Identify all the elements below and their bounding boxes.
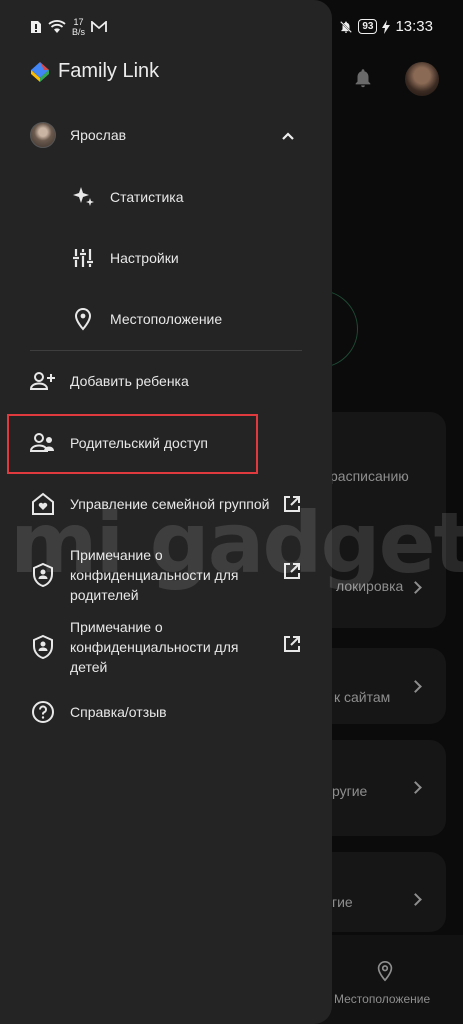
drawer-item-label: Добавить ребенка (70, 373, 189, 389)
drawer-item-help[interactable]: Справка/отзыв (30, 699, 167, 725)
sim-alert-icon (31, 21, 41, 33)
avatar (30, 122, 56, 148)
gmail-icon (91, 21, 107, 32)
drawer-item-add-child[interactable]: Добавить ребенка (30, 368, 189, 394)
open-external-icon[interactable] (282, 634, 302, 654)
network-speed: 17 B/s (72, 17, 85, 37)
drawer-item-privacy-parents[interactable]: Примечание о конфиденциальности для роди… (30, 545, 266, 605)
chevron-right-icon (409, 680, 422, 693)
charging-bolt-icon (382, 19, 391, 34)
app-brand: Family Link (30, 60, 159, 83)
background-card-label: гие (332, 894, 353, 910)
bottom-nav-location-label[interactable]: Местоположение (334, 992, 430, 1006)
sparkle-icon (70, 184, 96, 210)
divider (30, 350, 302, 351)
mute-bell-icon (340, 20, 353, 33)
location-pin-icon (70, 306, 96, 332)
drawer-item-manage-family[interactable]: Управление семейной группой (30, 491, 269, 517)
drawer-item-label: Настройки (110, 250, 179, 266)
chevron-right-icon (409, 893, 422, 906)
location-pin-icon[interactable] (374, 958, 396, 984)
clock: 13:33 (395, 18, 433, 35)
battery-indicator: 93 (358, 19, 378, 34)
open-external-icon[interactable] (282, 494, 302, 514)
drawer-item-label: Статистика (110, 189, 184, 205)
app-title: Family Link (58, 60, 160, 82)
drawer-item-label: Примечание о конфиденциальности для дете… (70, 619, 239, 675)
chevron-right-icon (409, 581, 422, 594)
account-name: Ярослав (70, 127, 127, 143)
drawer-item-label: Примечание о конфиденциальности для роди… (70, 547, 239, 603)
background-avatar[interactable] (405, 62, 439, 96)
shield-person-icon (30, 562, 56, 588)
help-icon (30, 699, 56, 725)
family-link-logo-icon (31, 61, 49, 82)
drawer-item-label: Родительский доступ (70, 435, 208, 451)
drawer-item-privacy-children[interactable]: Примечание о конфиденциальности для дете… (30, 617, 266, 677)
add-person-icon (30, 368, 56, 394)
background-card-label: ругие (332, 783, 368, 799)
notifications-bell-icon[interactable] (352, 66, 374, 90)
chevron-up-icon[interactable] (280, 128, 296, 144)
drawer-item-label: Справка/отзыв (70, 704, 167, 720)
shield-person-icon (30, 634, 56, 660)
background-card-label: расписанию (330, 468, 409, 484)
chevron-right-icon (409, 781, 422, 794)
background-card-label: к сайтам (334, 689, 391, 705)
drawer-item-location[interactable]: Местоположение (70, 306, 222, 332)
tune-icon (70, 245, 96, 271)
wifi-icon (48, 20, 66, 33)
navigation-drawer: Family Link Ярослав Статистика Настройки (0, 0, 332, 1024)
account-selector[interactable]: Ярослав (30, 121, 302, 151)
network-speed-value: 17 (73, 17, 84, 27)
open-external-icon[interactable] (282, 561, 302, 581)
drawer-item-settings[interactable]: Настройки (70, 245, 179, 271)
drawer-item-statistics[interactable]: Статистика (70, 184, 184, 210)
status-bar: 17 B/s 93 13:33 (0, 0, 463, 56)
drawer-item-label: Местоположение (110, 311, 223, 327)
parent-access-icon (30, 430, 56, 456)
background-card-label: локировка (336, 578, 404, 594)
family-home-icon (30, 491, 56, 517)
network-speed-unit: B/s (72, 27, 86, 37)
drawer-item-parental-access[interactable]: Родительский доступ (30, 430, 208, 456)
drawer-item-label: Управление семейной группой (70, 496, 270, 512)
